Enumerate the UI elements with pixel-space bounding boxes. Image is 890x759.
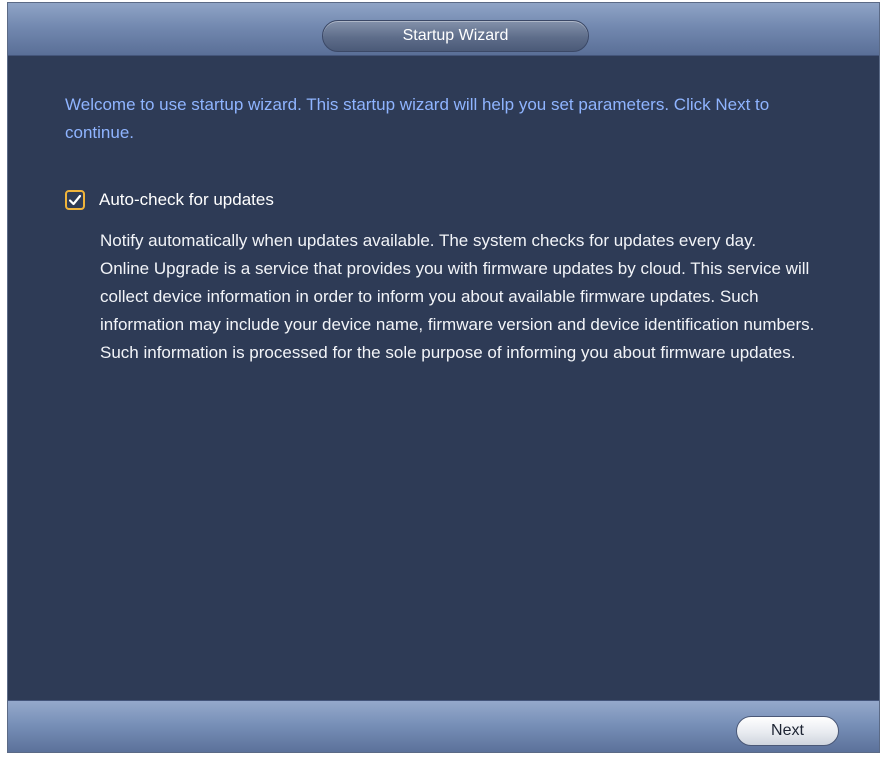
title-pill: Startup Wizard (322, 20, 589, 52)
checkmark-icon (68, 194, 82, 206)
auto-check-label[interactable]: Auto-check for updates (99, 190, 274, 210)
title-bar: Startup Wizard (8, 3, 879, 56)
update-description: Notify automatically when updates availa… (100, 227, 835, 367)
online-upgrade-description: Online Upgrade is a service that provide… (100, 259, 815, 362)
footer-bar: Next (8, 700, 879, 752)
welcome-message: Welcome to use startup wizard. This star… (65, 95, 770, 142)
notify-description: Notify automatically when updates availa… (100, 231, 757, 250)
next-button[interactable]: Next (736, 716, 839, 746)
auto-check-checkbox[interactable] (65, 190, 85, 210)
window-title: Startup Wizard (402, 27, 509, 44)
auto-check-row: Auto-check for updates (65, 190, 274, 210)
wizard-content: Welcome to use startup wizard. This star… (8, 56, 879, 701)
startup-wizard-window: Startup Wizard Welcome to use startup wi… (7, 2, 880, 753)
